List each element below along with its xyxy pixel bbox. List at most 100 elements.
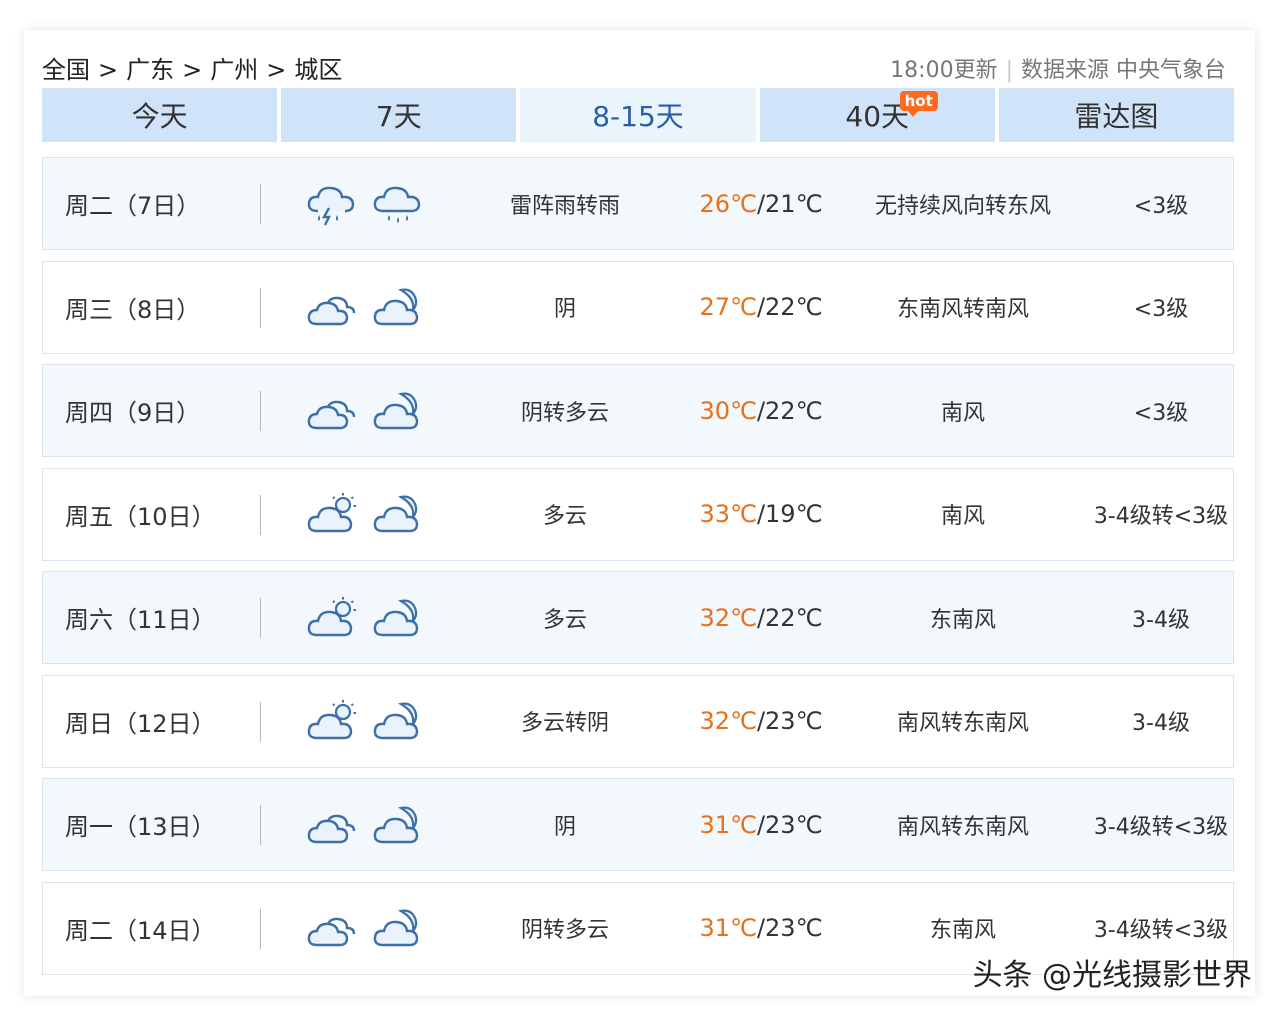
forecast-day: 周五（10日） xyxy=(65,502,216,531)
data-source: 数据来源 中央气象台 xyxy=(1021,58,1226,83)
weather-icons xyxy=(305,469,465,560)
temp-low: /23℃ xyxy=(756,707,823,735)
tab-8-15days[interactable]: 8-15天 xyxy=(520,88,756,142)
row-divider xyxy=(260,287,261,328)
forecast-row: 周三（8日） 阴 27℃/22℃ 东南风转南风 <3级 xyxy=(42,260,1234,354)
cloudy-night-icon xyxy=(371,491,425,537)
watermark: 头条 @光线摄影世界 xyxy=(972,958,1252,993)
weather-icons xyxy=(305,365,465,456)
row-divider xyxy=(260,184,261,224)
row-divider xyxy=(260,598,261,638)
breadcrumb-item-country[interactable]: 全国 xyxy=(42,56,90,84)
row-divider xyxy=(260,494,261,535)
wind-direction: 东南风 xyxy=(929,607,996,633)
forecast-row: 周一（13日） 阴 31℃/23℃ 南风转东南风 3-4级转<3级 xyxy=(42,778,1234,871)
breadcrumb-item-district: 城区 xyxy=(294,56,343,84)
temperature-range: 30℃/22℃ xyxy=(661,365,861,456)
wind-direction: 南风 xyxy=(940,400,985,426)
wind-level: 3-4级 xyxy=(1132,711,1190,736)
breadcrumb-separator: > xyxy=(98,56,119,84)
thunder-rain-cloud-icon xyxy=(305,181,359,227)
wind-level: <3级 xyxy=(1133,297,1189,322)
weather-icons xyxy=(305,572,465,663)
tab-radar[interactable]: 雷达图 xyxy=(998,88,1235,142)
forecast-row: 周二（7日） 雷阵雨转雨 26℃/21℃ 无持续风向转东风 <3级 xyxy=(42,157,1234,250)
row-divider xyxy=(260,391,261,431)
temperature-range: 31℃/23℃ xyxy=(661,779,861,870)
forecast-day: 周日（12日） xyxy=(65,709,216,738)
breadcrumb-item-city[interactable]: 广州 xyxy=(210,56,258,84)
breadcrumb: 全国 > 广东 > 广州 > 城区 xyxy=(42,50,348,85)
weather-description: 多云 xyxy=(542,607,587,633)
temp-low: /22℃ xyxy=(756,603,823,632)
tab-today-label: 今天 xyxy=(131,100,188,133)
update-time: 18:00更新 xyxy=(890,58,998,83)
temp-high: 31℃ xyxy=(699,914,757,942)
weather-icons xyxy=(305,883,465,974)
temperature-range: 32℃/22℃ xyxy=(661,572,861,663)
update-meta: 18:00更新 | 数据来源 中央气象台 xyxy=(890,52,1226,84)
temp-high: 30℃ xyxy=(699,396,757,425)
cloudy-night-icon xyxy=(371,595,425,641)
weather-description: 多云转阴 xyxy=(520,711,609,736)
temperature-range: 31℃/23℃ xyxy=(661,883,861,974)
tab-8-15days-label: 8-15天 xyxy=(592,100,684,133)
wind-direction: 无持续风向转东风 xyxy=(874,193,1051,219)
tab-today[interactable]: 今天 xyxy=(42,88,278,142)
rain-cloud-icon xyxy=(371,181,425,227)
forecast-day: 周六（11日） xyxy=(65,606,216,634)
temperature-range: 32℃/23℃ xyxy=(661,676,861,767)
forecast-day: 周二（7日） xyxy=(65,192,201,220)
forecast-day: 周二（14日） xyxy=(65,916,216,945)
forecast-row: 周五（10日） 多云 33℃/19℃ 南风 3-4级转<3级 xyxy=(42,467,1234,561)
temp-high: 32℃ xyxy=(699,707,757,735)
overcast-icon xyxy=(305,284,359,330)
weather-description: 多云 xyxy=(542,504,587,529)
wind-level: 3-4级 xyxy=(1132,607,1190,633)
wind-direction: 南风 xyxy=(940,504,985,529)
wind-direction: 南风转东南风 xyxy=(896,814,1029,840)
wind-level: <3级 xyxy=(1133,400,1189,426)
cloudy-night-icon xyxy=(371,905,425,951)
partly-cloudy-day-icon xyxy=(305,491,359,537)
row-divider xyxy=(260,908,261,949)
overcast-icon xyxy=(305,802,359,848)
temp-high: 31℃ xyxy=(699,810,757,839)
tab-radar-label: 雷达图 xyxy=(1074,100,1159,133)
tab-7days[interactable]: 7天 xyxy=(281,88,517,142)
forecast-row: 周四（9日） 阴转多云 30℃/22℃ 南风 <3级 xyxy=(42,364,1234,457)
forecast-day: 周四（9日） xyxy=(65,399,201,427)
cloudy-night-icon xyxy=(371,698,425,744)
wind-level: 3-4级转<3级 xyxy=(1093,814,1229,840)
forecast-day: 周三（8日） xyxy=(65,295,201,324)
cloudy-night-icon xyxy=(371,388,425,434)
wind-direction: 南风转东南风 xyxy=(896,711,1029,736)
temp-low: /19℃ xyxy=(756,500,823,528)
partly-cloudy-day-icon xyxy=(305,698,359,744)
cloudy-night-icon xyxy=(371,284,425,330)
forecast-day: 周一（13日） xyxy=(65,813,216,841)
temp-low: /23℃ xyxy=(756,914,823,942)
temp-high: 26℃ xyxy=(699,189,757,218)
weather-icons xyxy=(305,262,465,353)
temp-low: /22℃ xyxy=(756,293,823,321)
weather-description: 阴转多云 xyxy=(520,918,609,943)
temp-high: 27℃ xyxy=(699,293,757,321)
weather-icons xyxy=(305,158,465,249)
breadcrumb-item-province[interactable]: 广东 xyxy=(126,56,174,84)
breadcrumb-separator: > xyxy=(266,56,287,84)
temp-high: 33℃ xyxy=(699,500,757,528)
weather-description: 阴 xyxy=(553,814,576,840)
forecast-row: 周六（11日） 多云 32℃/22℃ 东南风 3-4级 xyxy=(42,571,1234,664)
hot-badge: hot xyxy=(899,91,938,117)
cloudy-night-icon xyxy=(371,802,425,848)
tab-40days[interactable]: 40天 hot xyxy=(759,88,995,142)
temperature-range: 27℃/22℃ xyxy=(661,262,861,353)
meta-divider: | xyxy=(1005,58,1013,83)
wind-level: <3级 xyxy=(1133,193,1189,219)
wind-level: 3-4级转<3级 xyxy=(1093,504,1229,529)
forecast-tabs: 今天 7天 8-15天 40天 hot 雷达图 xyxy=(42,88,1235,142)
weather-description: 阴 xyxy=(553,297,576,322)
weather-description: 雷阵雨转雨 xyxy=(509,193,620,219)
weather-icons xyxy=(305,676,465,767)
